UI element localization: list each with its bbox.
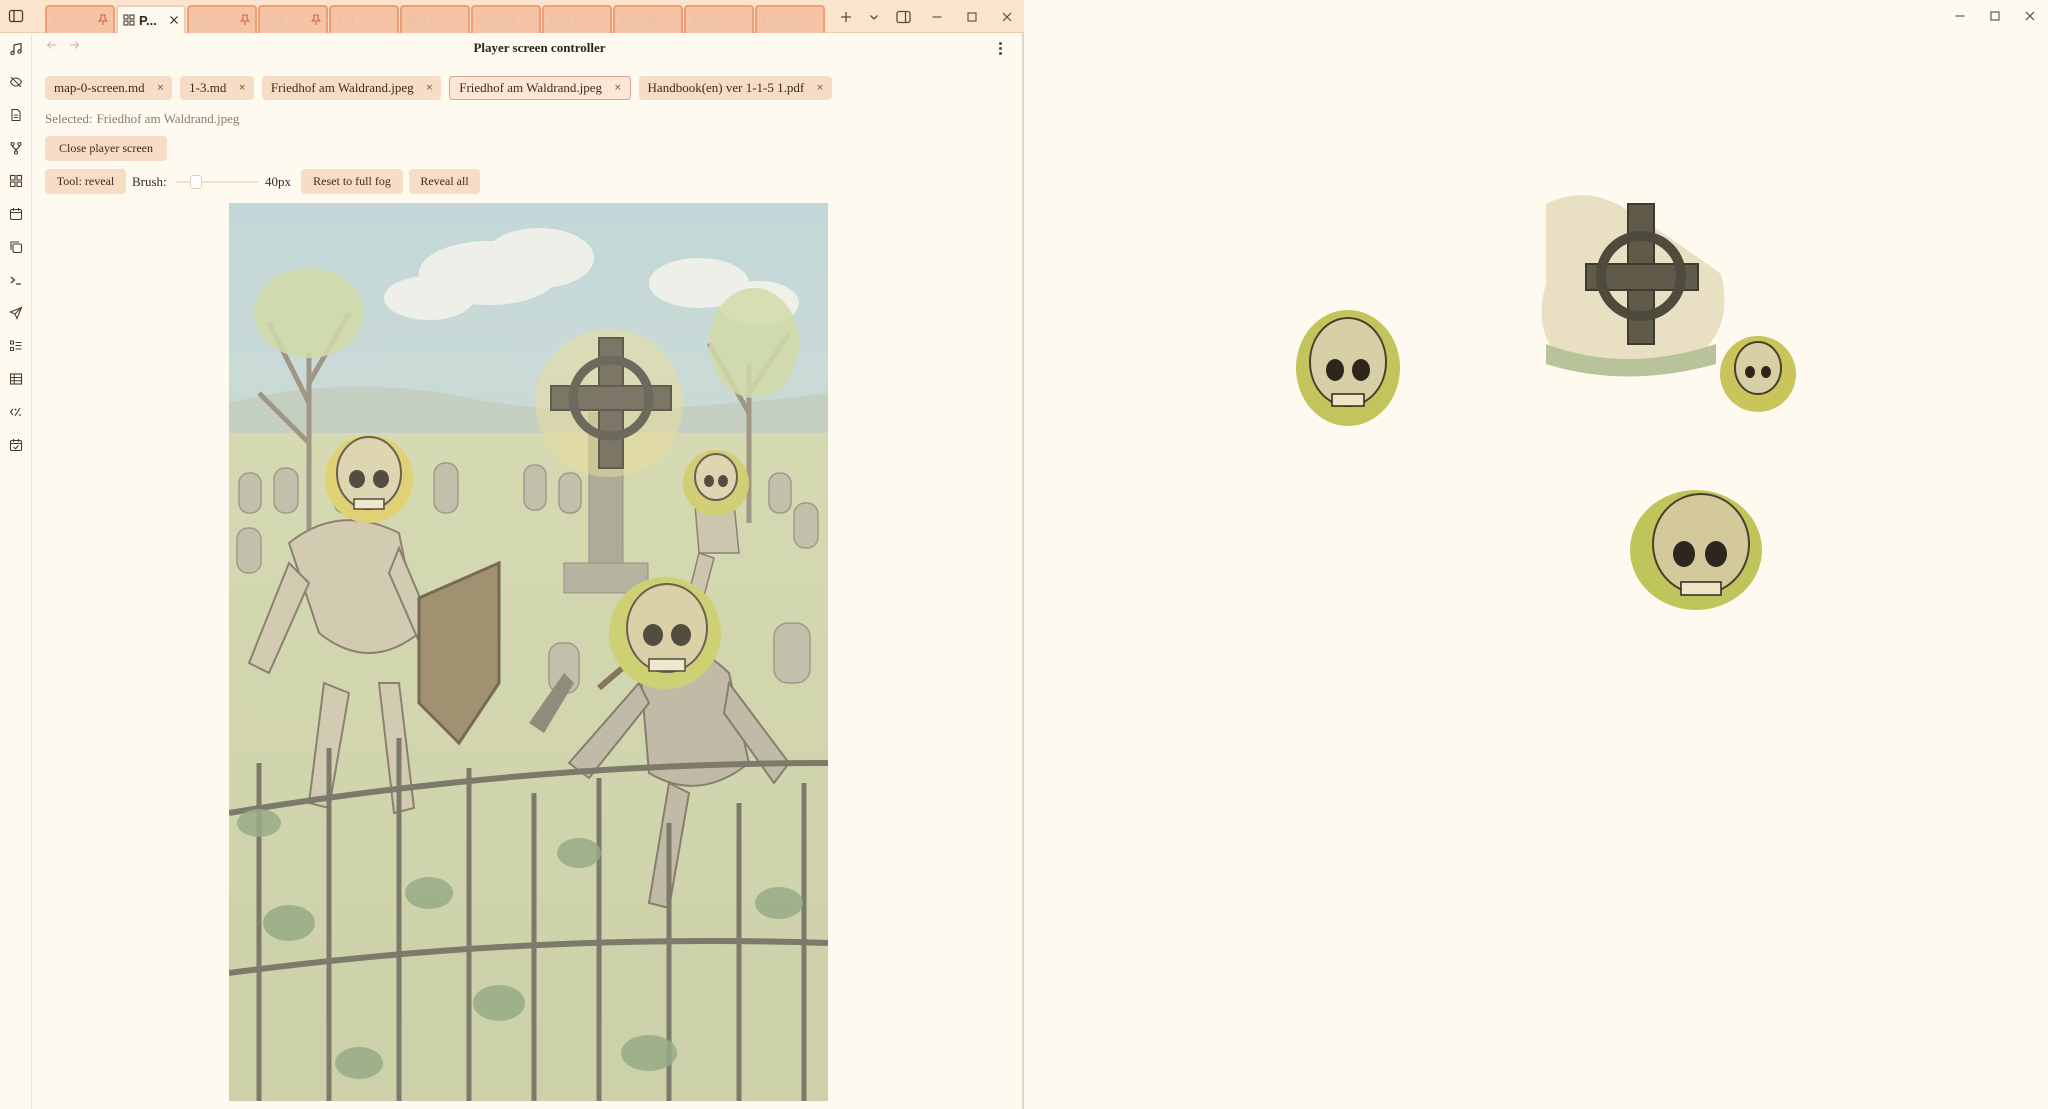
file-chip-list: map-0-screen.md × 1-3.md × Friedhof am Waldr… bbox=[45, 76, 832, 100]
minimize-icon[interactable] bbox=[1950, 7, 1970, 25]
brush-slider-thumb[interactable] bbox=[190, 175, 202, 189]
tab-7[interactable]: Reiseb... bbox=[471, 5, 541, 33]
remove-file-icon[interactable]: × bbox=[426, 83, 434, 93]
remove-file-icon[interactable]: × bbox=[157, 83, 165, 93]
remove-file-icon[interactable]: × bbox=[816, 83, 824, 93]
more-options-icon[interactable] bbox=[994, 40, 1006, 56]
tab-label: Kar... bbox=[52, 12, 83, 28]
close-window-icon[interactable] bbox=[997, 7, 1017, 27]
map-canvas[interactable] bbox=[229, 203, 828, 1101]
pin-icon[interactable] bbox=[98, 14, 108, 26]
tab-label: Untitled bbox=[762, 12, 807, 28]
controller-window: Kar... P... Sel... Sel... 1-3 April ... Reiseb… bbox=[0, 0, 1024, 1109]
ribbon bbox=[0, 34, 32, 1109]
code-percent-icon[interactable] bbox=[8, 404, 24, 420]
minimize-icon[interactable] bbox=[927, 7, 947, 27]
selected-file-text: Selected: Friedhof am Waldrand.jpeg bbox=[45, 111, 239, 127]
tab-label: Reiseb... bbox=[478, 12, 530, 28]
pin-icon[interactable] bbox=[240, 14, 250, 26]
tab-label: Sel... bbox=[265, 12, 295, 28]
tab-label: P... bbox=[139, 12, 157, 28]
tab-strip: Kar... P... Sel... Sel... 1-3 April ... Reiseb… bbox=[45, 5, 826, 33]
close-window-icon[interactable] bbox=[2020, 7, 2040, 25]
revealed-map-areas bbox=[1296, 195, 1796, 610]
chevron-down-icon[interactable] bbox=[864, 7, 884, 27]
music-note-icon[interactable] bbox=[8, 41, 24, 57]
player-screen-window bbox=[1026, 0, 2048, 1109]
remove-file-icon[interactable]: × bbox=[614, 83, 622, 93]
calendar-icon[interactable] bbox=[8, 206, 24, 222]
graveyard-map-image bbox=[229, 203, 828, 1101]
tab-3[interactable]: Sel... bbox=[187, 5, 257, 33]
list-checks-icon[interactable] bbox=[8, 338, 24, 354]
sidebar-toggle-icon[interactable] bbox=[7, 7, 25, 25]
tab-4[interactable]: Sel... bbox=[258, 5, 328, 33]
file-chip-label: Friedhof am Waldrand.jpeg bbox=[459, 80, 602, 95]
brush-slider-track bbox=[176, 181, 258, 183]
tab-10[interactable]: Reiseb... bbox=[684, 5, 754, 33]
tab-8[interactable]: Flüchtl... bbox=[542, 5, 612, 33]
brush-label: Brush: bbox=[132, 174, 167, 189]
selected-label: Selected: bbox=[45, 111, 93, 126]
reset-fog-button[interactable]: Reset to full fog bbox=[301, 169, 403, 194]
view-header: Player screen controller bbox=[33, 35, 1024, 61]
terminal-icon[interactable] bbox=[8, 272, 24, 288]
brush-size-value: 40px bbox=[265, 174, 291, 189]
eye-off-icon[interactable] bbox=[8, 74, 24, 90]
tab-9[interactable]: Untitled bbox=[613, 5, 683, 33]
selected-file-name: Friedhof am Waldrand.jpeg bbox=[96, 111, 240, 126]
file-chip-label: Handbook(en) ver 1-1-5 1.pdf bbox=[647, 80, 805, 95]
revealed-skull-1 bbox=[1296, 310, 1400, 426]
file-chip[interactable]: Friedhof am Waldrand.jpeg × bbox=[449, 76, 631, 100]
file-chip[interactable]: Handbook(en) ver 1-1-5 1.pdf × bbox=[638, 76, 832, 100]
tab-1[interactable]: Kar... bbox=[45, 5, 115, 33]
calendar-check-icon[interactable] bbox=[8, 437, 24, 453]
title-bar: Kar... P... Sel... Sel... 1-3 April ... Reiseb… bbox=[0, 0, 1024, 33]
maximize-icon[interactable] bbox=[962, 7, 982, 27]
sidebar-right-icon[interactable] bbox=[893, 7, 913, 27]
maximize-icon[interactable] bbox=[1985, 7, 2005, 25]
tab-label: Reiseb... bbox=[691, 12, 743, 28]
copy-icon[interactable] bbox=[8, 239, 24, 255]
brush-size-slider[interactable] bbox=[176, 174, 258, 190]
view-title: Player screen controller bbox=[473, 40, 606, 55]
revealed-skull-2 bbox=[1720, 336, 1796, 412]
tab-11[interactable]: Untitled bbox=[755, 5, 825, 33]
tab-6[interactable]: April ... bbox=[400, 5, 470, 33]
grid-icon bbox=[123, 14, 135, 26]
file-chip[interactable]: Friedhof am Waldrand.jpeg × bbox=[261, 76, 442, 100]
new-tab-icon[interactable] bbox=[836, 7, 856, 27]
player-screen-view bbox=[1026, 34, 2048, 1109]
file-chip[interactable]: map-0-screen.md × bbox=[45, 76, 173, 100]
file-chip[interactable]: 1-3.md × bbox=[180, 76, 254, 100]
file-text-icon[interactable] bbox=[8, 107, 24, 123]
file-chip-label: map-0-screen.md bbox=[54, 80, 145, 95]
close-tab-icon[interactable] bbox=[169, 15, 179, 25]
file-chip-label: 1-3.md bbox=[189, 80, 227, 95]
tab-label: Flüchtl... bbox=[549, 12, 599, 28]
git-fork-icon[interactable] bbox=[8, 140, 24, 156]
grid-icon[interactable] bbox=[8, 173, 24, 189]
tab-label: 1-3 bbox=[336, 12, 355, 28]
tool-reveal-button[interactable]: Tool: reveal bbox=[45, 169, 126, 194]
table-icon[interactable] bbox=[8, 371, 24, 387]
reveal-all-button[interactable]: Reveal all bbox=[409, 169, 480, 194]
tab-label: Sel... bbox=[194, 12, 224, 28]
tab-label: Untitled bbox=[620, 12, 665, 28]
close-player-screen-button[interactable]: Close player screen bbox=[45, 136, 167, 161]
tab-2[interactable]: P... bbox=[116, 5, 186, 33]
tab-label: April ... bbox=[407, 12, 448, 28]
revealed-cross bbox=[1541, 195, 1725, 377]
file-chip-label: Friedhof am Waldrand.jpeg bbox=[270, 80, 414, 95]
send-icon[interactable] bbox=[8, 305, 24, 321]
revealed-skull-3 bbox=[1630, 490, 1762, 610]
pin-icon[interactable] bbox=[311, 14, 321, 26]
remove-file-icon[interactable]: × bbox=[238, 83, 246, 93]
tab-5[interactable]: 1-3 bbox=[329, 5, 399, 33]
